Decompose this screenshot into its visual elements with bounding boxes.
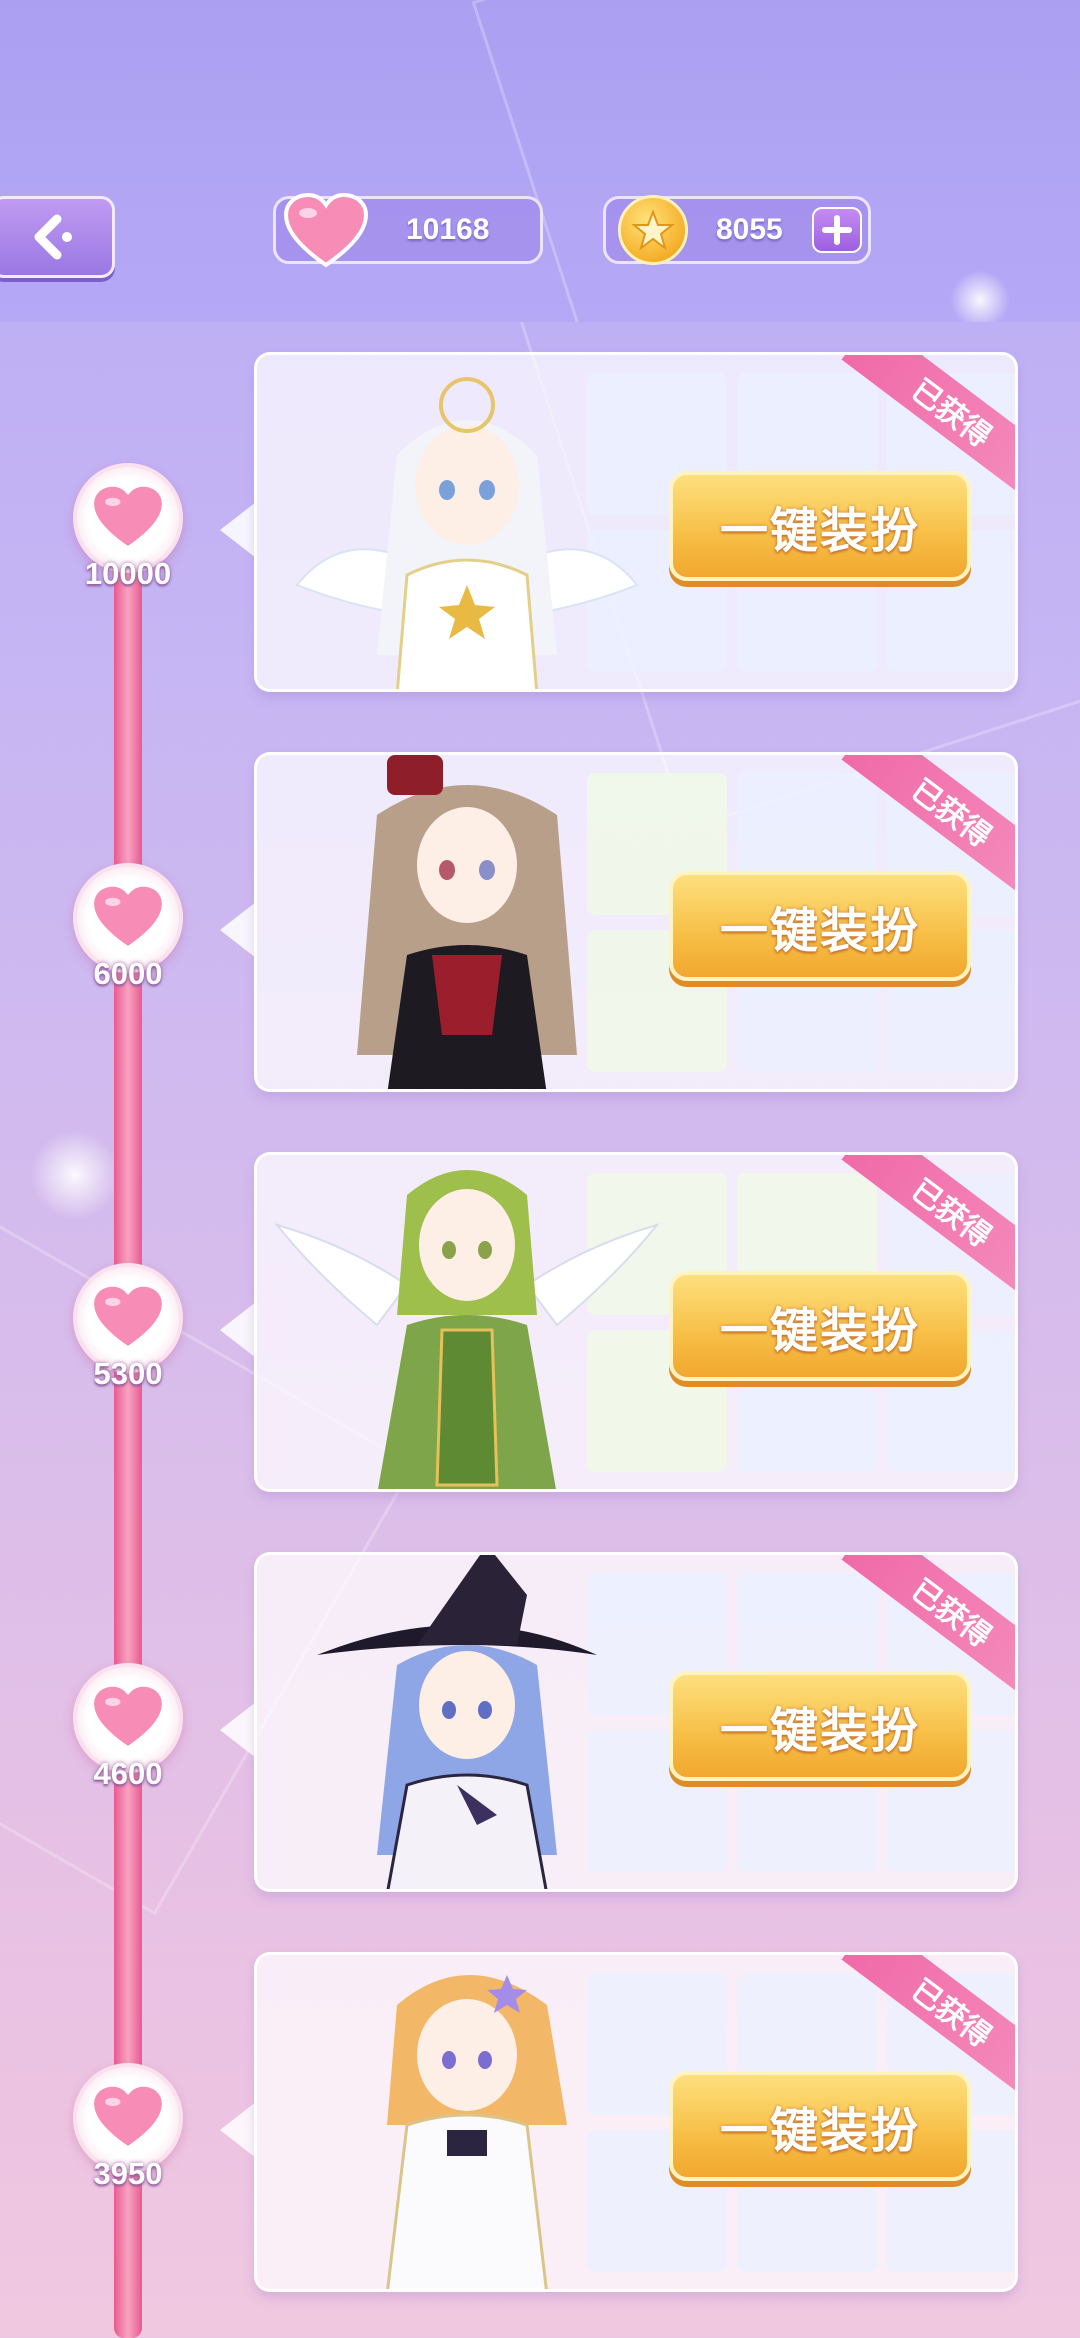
back-arrow-icon — [34, 214, 72, 260]
heart-icon — [94, 486, 162, 546]
milestone-threshold: 5300 — [93, 1356, 163, 1391]
heart-icon — [94, 2086, 162, 2146]
milestone-threshold: 6000 — [93, 956, 163, 991]
milestone-threshold: 4600 — [93, 1756, 163, 1791]
reward-card: 已获得 一键装扮 — [254, 752, 1018, 1092]
heart-icon — [94, 886, 162, 946]
one-click-dress-button[interactable]: 一键装扮 — [669, 871, 971, 981]
heart-icon — [94, 1286, 162, 1346]
coins-value: 8055 — [716, 213, 783, 246]
milestone-threshold: 3950 — [93, 2156, 163, 2191]
one-click-dress-button[interactable]: 一键装扮 — [669, 1671, 971, 1781]
one-click-dress-button[interactable]: 一键装扮 — [669, 471, 971, 581]
reward-card: 已获得 一键装扮 — [254, 1152, 1018, 1492]
heart-icon — [94, 1686, 162, 1746]
hearts-counter: 10168 — [273, 193, 543, 268]
one-click-dress-button[interactable]: 一键装扮 — [669, 1271, 971, 1381]
reward-card: 已获得 一键装扮 — [254, 1552, 1018, 1892]
coins-counter: 8055 — [603, 195, 871, 265]
character-portrait-star-idol — [386, 1975, 567, 2289]
heart-icon — [284, 193, 368, 268]
reward-card: 已获得 一键装扮 — [254, 1952, 1018, 2292]
gold-coin-icon — [618, 195, 688, 265]
character-portrait-green-fairy — [274, 1170, 660, 1489]
reward-card: 已获得 一键装扮 — [254, 352, 1018, 692]
top-bar: 10168 8055 — [0, 0, 1080, 322]
one-click-dress-button[interactable]: 一键装扮 — [669, 2071, 971, 2181]
back-button[interactable] — [0, 196, 115, 278]
character-portrait-purple-witch — [317, 1555, 597, 1889]
add-coins-button[interactable] — [812, 207, 862, 253]
character-portrait-gothic-lolita — [357, 755, 577, 1089]
plus-icon — [822, 215, 852, 245]
milestone-threshold: 10000 — [84, 556, 172, 591]
hearts-value: 10168 — [406, 213, 490, 246]
character-portrait-white-angel — [295, 377, 639, 689]
